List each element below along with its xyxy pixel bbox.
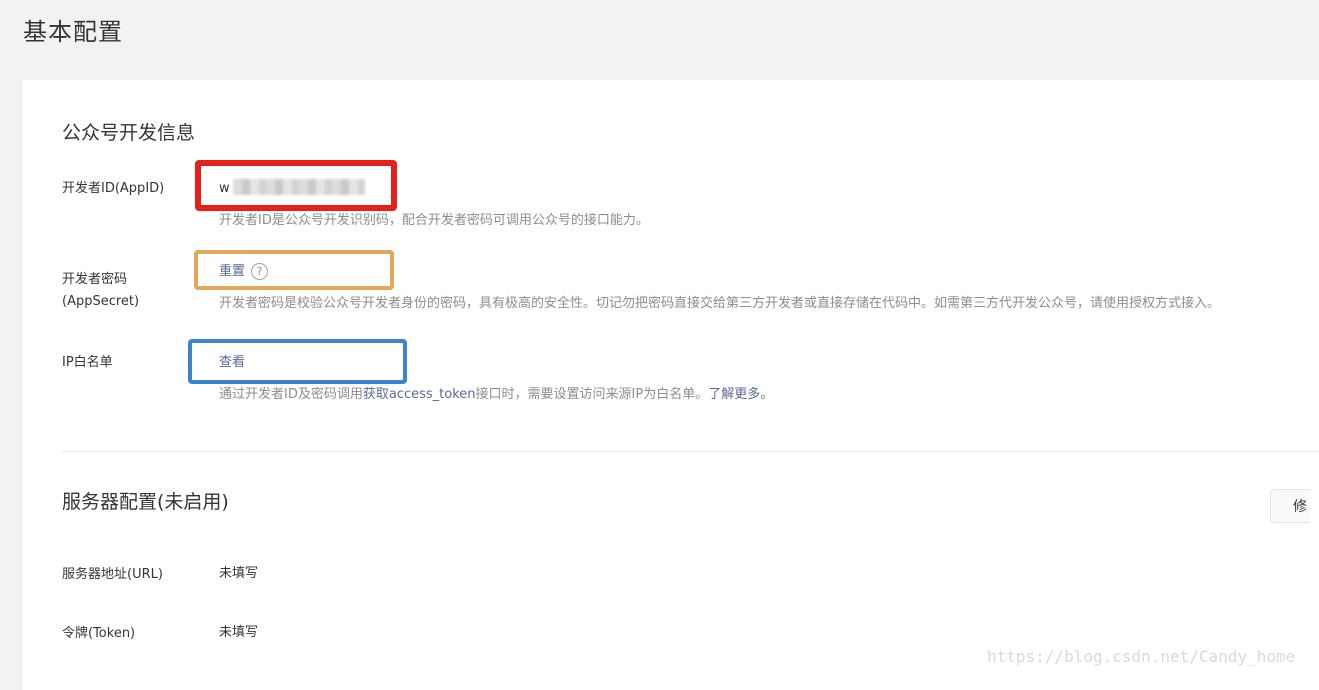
- ip-whitelist-label: IP白名单: [62, 355, 113, 370]
- appsecret-highlight-box: [194, 250, 394, 290]
- server-url-value: 未填写: [219, 566, 259, 581]
- appsecret-description: 开发者密码是校验公众号开发者身份的密码，具有极高的安全性。切记勿把密码直接交给第…: [219, 296, 1221, 311]
- token-value: 未填写: [219, 625, 259, 640]
- ip-desc-middle: 接口时，需要设置访问来源IP为白名单。: [475, 387, 709, 402]
- appsecret-label-line2: (AppSecret): [62, 294, 140, 309]
- section-divider: [62, 451, 1319, 452]
- server-url-label: 服务器地址(URL): [62, 567, 163, 582]
- appid-highlight-box: [195, 160, 397, 211]
- ip-desc-prefix: 通过开发者ID及密码调用: [219, 387, 363, 402]
- appid-description: 开发者ID是公众号开发识别码，配合开发者密码可调用公众号的接口能力。: [219, 213, 649, 228]
- dev-info-section-title: 公众号开发信息: [62, 122, 196, 144]
- appid-label: 开发者ID(AppID): [62, 181, 165, 196]
- server-config-section-title: 服务器配置(未启用): [62, 491, 229, 513]
- modify-config-button[interactable]: 修: [1270, 489, 1310, 523]
- page-title: 基本配置: [23, 18, 123, 46]
- appsecret-label-line1: 开发者密码: [62, 272, 128, 287]
- token-label: 令牌(Token): [62, 626, 136, 641]
- access-token-link[interactable]: 获取access_token: [363, 387, 476, 402]
- ip-whitelist-highlight-box: [188, 339, 407, 384]
- watermark-text: https://blog.csdn.net/Candy_home: [987, 647, 1296, 666]
- learn-more-link[interactable]: 了解更多。: [708, 387, 773, 402]
- ip-whitelist-description: 通过开发者ID及密码调用获取access_token接口时，需要设置访问来源IP…: [219, 385, 773, 405]
